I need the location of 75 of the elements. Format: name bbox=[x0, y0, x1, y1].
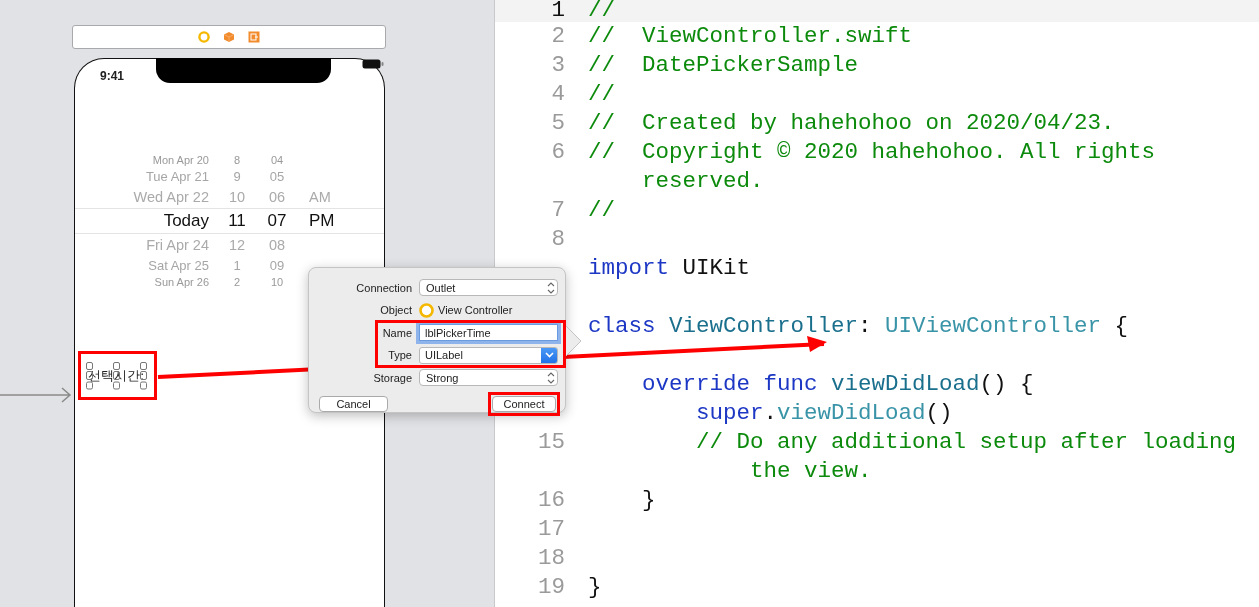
code-line: // bbox=[588, 195, 615, 225]
view-controller-icon[interactable] bbox=[198, 31, 210, 43]
entry-arrow bbox=[0, 387, 72, 403]
line-number: 2 bbox=[550, 21, 565, 51]
code-line: // ViewController.swift bbox=[588, 21, 913, 51]
code-line: override func viewDidLoad() { bbox=[642, 369, 1034, 399]
picker-hour[interactable]: 9 bbox=[209, 169, 265, 184]
picker-date[interactable]: Wed Apr 22 bbox=[75, 189, 209, 205]
line-number: 6 bbox=[550, 137, 565, 167]
field-label: Type bbox=[387, 349, 412, 361]
line-number: 7 bbox=[550, 195, 565, 225]
field-label: Name bbox=[381, 326, 412, 339]
chevron-updown-icon bbox=[545, 370, 557, 385]
picker-hour[interactable]: 1 bbox=[209, 258, 265, 273]
line-number: 5 bbox=[550, 108, 565, 138]
code-line: // bbox=[588, 79, 615, 109]
name-field[interactable]: lblPickerTime bbox=[419, 324, 558, 341]
code-line: super.viewDidLoad() bbox=[696, 398, 953, 428]
picker-minute[interactable]: 05 bbox=[265, 169, 289, 184]
picker-date[interactable]: Today bbox=[75, 211, 209, 231]
picker-period[interactable]: AM bbox=[289, 189, 384, 205]
picker-minute[interactable]: 08 bbox=[265, 237, 289, 253]
popover-pointer bbox=[566, 326, 582, 356]
code-line: } bbox=[588, 572, 602, 602]
picker-period[interactable]: PM bbox=[289, 211, 384, 231]
code-line: class ViewController: UIViewController { bbox=[588, 311, 1129, 341]
picker-date[interactable]: Sat Apr 25 bbox=[75, 258, 209, 273]
picker-minute[interactable]: 10 bbox=[265, 276, 289, 288]
type-combo-box[interactable]: UILabel bbox=[419, 346, 558, 364]
picker-hour[interactable]: 8 bbox=[209, 154, 265, 166]
picker-minute[interactable]: 04 bbox=[265, 154, 289, 166]
code-line: // DatePickerSample bbox=[588, 50, 859, 80]
chevron-down-icon bbox=[544, 352, 554, 358]
view-controller-icon bbox=[419, 302, 434, 318]
line-number: 19 bbox=[537, 572, 565, 602]
picker-hour[interactable]: 11 bbox=[209, 211, 265, 231]
code-line: } bbox=[642, 485, 656, 515]
code-line: // Created by hahehohoo on 2020/04/23. bbox=[588, 108, 1115, 138]
picker-hour[interactable]: 10 bbox=[209, 189, 265, 205]
picker-minute[interactable]: 09 bbox=[265, 258, 289, 273]
object-name: View Controller bbox=[438, 304, 513, 316]
picker-minute[interactable]: 07 bbox=[265, 211, 289, 231]
picker-date[interactable]: Fri Apr 24 bbox=[75, 237, 209, 253]
field-label: Storage bbox=[372, 371, 412, 384]
line-number: 3 bbox=[550, 50, 565, 80]
line-number: 15 bbox=[537, 427, 565, 457]
picker-date[interactable]: Mon Apr 20 bbox=[75, 154, 209, 166]
line-number: 4 bbox=[550, 79, 565, 109]
picker-date[interactable]: Tue Apr 21 bbox=[75, 169, 209, 184]
popup-button[interactable]: Strong bbox=[419, 369, 558, 386]
popup-button[interactable]: Outlet bbox=[419, 279, 558, 296]
dialog-button[interactable]: Cancel bbox=[319, 396, 388, 412]
code-line: the view. bbox=[750, 456, 872, 486]
line-number: 17 bbox=[537, 514, 565, 544]
time-label[interactable]: 선택시간: bbox=[88, 366, 145, 385]
line-number: 1 bbox=[550, 0, 565, 22]
status-time: 9:41 bbox=[100, 69, 125, 83]
code-line: // bbox=[588, 0, 615, 22]
picker-date[interactable]: Sun Apr 26 bbox=[75, 276, 209, 288]
line-number: 8 bbox=[550, 224, 565, 254]
chevron-updown-icon bbox=[545, 280, 557, 295]
cube-icon[interactable] bbox=[223, 31, 235, 43]
code-line: // Copyright © 2020 hahehohoo. All rights bbox=[588, 137, 1156, 167]
line-number: 18 bbox=[537, 543, 565, 573]
picker-minute[interactable]: 06 bbox=[265, 189, 289, 205]
line-number: 16 bbox=[537, 485, 565, 515]
code-line: reserved. bbox=[642, 166, 764, 196]
field-label: Connection bbox=[355, 281, 412, 294]
picker-hour[interactable]: 2 bbox=[209, 276, 265, 288]
exit-icon[interactable] bbox=[248, 31, 260, 43]
code-line: import UIKit bbox=[588, 253, 751, 283]
code-line: // Do any additional setup after loading bbox=[696, 427, 1237, 457]
dialog-button[interactable]: Connect bbox=[492, 396, 556, 412]
picker-hour[interactable]: 12 bbox=[209, 237, 265, 253]
field-label: Object bbox=[379, 304, 412, 316]
